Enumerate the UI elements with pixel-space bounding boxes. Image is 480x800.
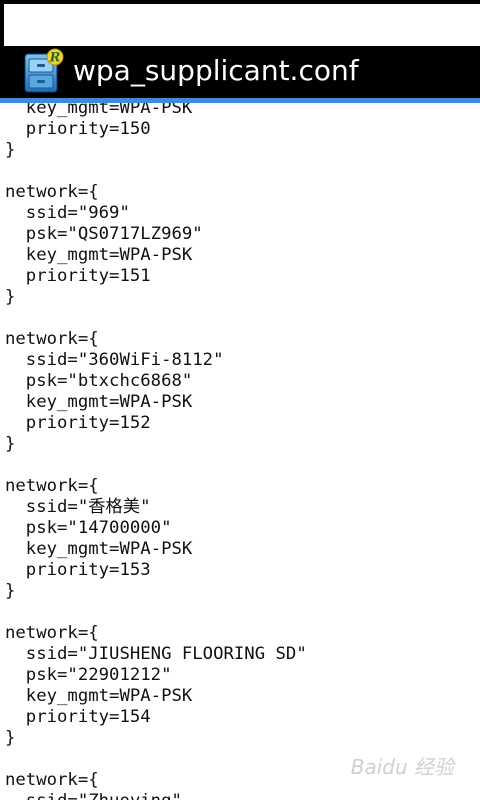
app-title: wpa_supplicant.conf [73, 54, 359, 87]
file-line: ssid="360WiFi-8112" [5, 350, 224, 370]
svg-text:R: R [49, 51, 61, 66]
file-line: psk="14700000" [5, 518, 172, 538]
file-line: ssid="Zhuoying" [5, 791, 307, 800]
title-bar: R wpa_supplicant.conf [0, 48, 480, 98]
file-line: priority=154 [5, 707, 151, 727]
file-line: key_mgmt=WPA-PSK [5, 539, 193, 559]
file-content-view[interactable]: key_mgmt=WPA-PSK priority=150} network={ … [0, 103, 480, 800]
file-line: ssid="JIUSHENG FLOORING SD" [5, 644, 307, 664]
file-line: key_mgmt=WPA-PSK [5, 392, 193, 412]
file-line: priority=151 [5, 266, 151, 286]
file-line: key_mgmt=WPA-PSK [5, 245, 193, 265]
file-line: psk="22901212" [5, 665, 172, 685]
file-line: priority=150 [5, 119, 151, 139]
status-bar-area [4, 4, 480, 46]
file-line: } [5, 581, 16, 601]
file-line: network={ [5, 182, 99, 202]
status-bar [0, 0, 480, 50]
file-line: priority=152 [5, 413, 151, 433]
file-line: network={ [5, 623, 99, 643]
file-line: psk="QS0717LZ969" [5, 224, 203, 244]
file-line: priority=153 [5, 560, 151, 580]
watermark: Baidu 经验 [350, 755, 454, 779]
file-line: ssid="969" [5, 203, 130, 223]
screen: R wpa_supplicant.conf key_mgmt=WPA-PSK p… [0, 0, 480, 800]
file-text: key_mgmt=WPA-PSK priority=150} network={ … [5, 103, 307, 800]
file-line: network={ [5, 770, 99, 790]
file-line: } [5, 728, 16, 748]
root-explorer-file-cabinet-icon[interactable]: R [22, 48, 64, 94]
file-line: key_mgmt=WPA-PSK [5, 103, 193, 118]
file-line: ssid="香格美" [5, 497, 151, 517]
file-line: } [5, 434, 16, 454]
file-line: psk="btxchc6868" [5, 371, 193, 391]
file-line: key_mgmt=WPA-PSK [5, 686, 193, 706]
file-line: } [5, 140, 16, 160]
file-line: network={ [5, 329, 99, 349]
file-line: network={ [5, 476, 99, 496]
file-line: } [5, 287, 16, 307]
